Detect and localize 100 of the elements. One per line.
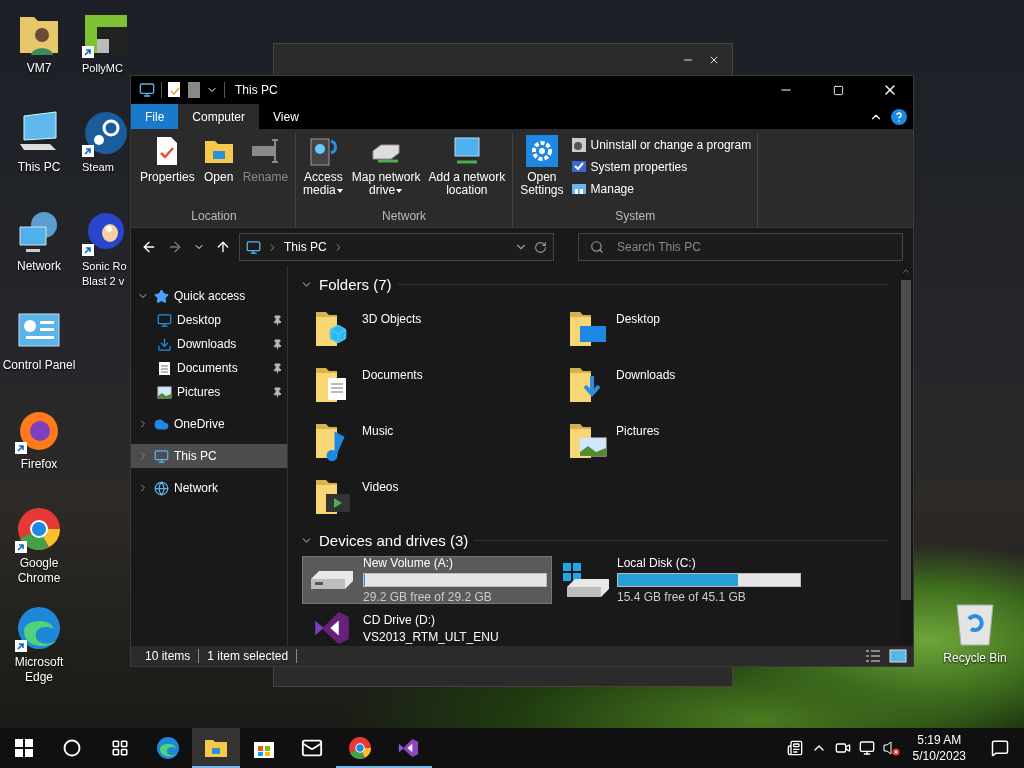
ribbon-button[interactable]: Map network drive [348, 133, 424, 207]
folder-name[interactable]: Music [362, 418, 394, 438]
ribbon-group-label: Location [190, 208, 238, 225]
sidebar-item[interactable]: Documents [131, 356, 287, 380]
drive-free-space: 29.2 GB free of 29.2 GB [363, 590, 493, 604]
network-icon [154, 480, 169, 496]
section-heading: Devices and drives (3) [319, 531, 469, 549]
folder-name[interactable]: Desktop [616, 306, 661, 326]
download-icon [157, 336, 172, 352]
desktop-icon-label[interactable]: PollyMC [82, 61, 123, 76]
star-icon [154, 288, 169, 304]
camera-icon[interactable] [834, 740, 851, 756]
news-icon[interactable] [786, 740, 803, 756]
address-bar[interactable]: This PC [239, 233, 554, 261]
visual-studio-icon[interactable] [396, 736, 420, 760]
document-icon [157, 360, 172, 376]
maximize-icon [832, 84, 844, 96]
chrome-icon[interactable] [348, 736, 372, 760]
help-icon[interactable] [891, 108, 907, 125]
scroll-up-icon[interactable] [901, 266, 911, 276]
folder-name[interactable]: Pictures [616, 418, 660, 438]
clock[interactable]: 5:19 AM 5/10/2023 [902, 728, 976, 768]
close-icon[interactable] [708, 54, 720, 66]
desktop-icon-label[interactable]: VM7 [26, 61, 52, 76]
ribbon-small-button[interactable]: System properties [568, 157, 754, 177]
folder-name[interactable]: Videos [362, 474, 399, 494]
desktop-icon-label[interactable]: Firefox [20, 457, 58, 472]
ribbon-button[interactable]: Access media [300, 133, 347, 207]
windows-drive-icon [563, 563, 609, 597]
sidebar-item[interactable]: Network [131, 476, 287, 500]
ribbon-button[interactable]: Add a network location [425, 133, 509, 207]
ribbon-small-button[interactable]: Manage [568, 179, 754, 199]
drive-tile[interactable]: Local Disk (C:) 15.4 GB free of 45.1 GB [556, 556, 806, 604]
mail-icon[interactable] [301, 737, 323, 759]
sidebar-item[interactable]: Pictures [131, 380, 287, 404]
notifications-icon [991, 739, 1009, 757]
steam-icon [83, 110, 129, 156]
computer-icon [246, 239, 261, 255]
ribbon-button[interactable]: Open Settings [517, 133, 567, 207]
drive-name: CD Drive (D:) [363, 612, 436, 627]
ribbon-tab[interactable]: View [259, 104, 313, 129]
media-icon [307, 135, 340, 167]
search-field[interactable]: Search This PC [578, 233, 903, 261]
drive-free-space: 15.4 GB free of 45.1 GB [617, 590, 747, 604]
window-title: This PC [235, 83, 279, 97]
details-view-icon[interactable] [865, 649, 881, 663]
sidebar-item[interactable]: Desktop [131, 308, 287, 332]
chrome-icon [16, 506, 62, 552]
refresh-icon[interactable] [534, 240, 547, 254]
system-icon [570, 159, 587, 175]
program-icon [570, 137, 587, 153]
hard-drive-icon [309, 569, 355, 591]
desktop-icon-label[interactable]: Recycle Bin [943, 651, 1007, 666]
sidebar-item[interactable]: OneDrive [131, 412, 287, 436]
ribbon-button[interactable]: Properties [137, 133, 198, 207]
cloud-icon [154, 416, 169, 432]
folder-name[interactable]: 3D Objects [362, 306, 422, 326]
task-view-icon[interactable] [111, 739, 129, 757]
forward-arrow-icon [167, 239, 183, 255]
drive-tile[interactable]: CD Drive (D:) VS2013_RTM_ULT_ENU [302, 610, 552, 646]
folder-name[interactable]: Documents [362, 362, 423, 382]
status-text: 10 items [145, 649, 191, 663]
desktop-icon-label[interactable]: Google Chrome [0, 556, 78, 586]
ribbon-button[interactable]: Open [199, 133, 238, 207]
desktop-icon-label[interactable]: Sonic Ro Blast 2 v [82, 259, 130, 289]
ribbon-small-button[interactable]: Uninstall or change a program [568, 135, 754, 155]
desktop-icon-label[interactable]: Control Panel [2, 358, 76, 373]
search-icon [590, 240, 604, 254]
desktop-icon-label[interactable]: Steam [82, 160, 114, 175]
edge-icon [16, 605, 62, 651]
folder-name[interactable]: Downloads [616, 362, 676, 382]
drive-name: Local Disk (C:) [617, 556, 697, 570]
status-text: 1 item selected [207, 649, 289, 663]
desktop-icon-label[interactable]: This PC [17, 160, 61, 175]
manage-icon [570, 181, 587, 197]
ribbon-group-label: Network [381, 208, 428, 225]
muted-speaker-icon[interactable] [881, 740, 900, 756]
sidebar-item[interactable]: This PC [131, 444, 287, 468]
ribbon-group-label: System [614, 208, 657, 225]
sidebar-item[interactable]: Quick access [131, 284, 287, 308]
settings-icon [525, 135, 558, 167]
network-icon[interactable] [858, 740, 875, 756]
windows-logo-icon[interactable] [15, 739, 33, 757]
recycle-bin-icon [955, 601, 995, 647]
sidebar-item[interactable]: Downloads [131, 332, 287, 356]
search-circle-icon[interactable] [63, 739, 81, 757]
desktop-icon-label[interactable]: Microsoft Edge [0, 655, 78, 685]
ribbon-tab[interactable]: Computer [178, 104, 260, 129]
monitor-icon [157, 312, 172, 328]
desktop-icon-label[interactable]: Network [17, 259, 61, 274]
picture-icon [157, 384, 172, 400]
edge-icon[interactable] [156, 736, 180, 760]
drive-name: New Volume (A:) [363, 556, 455, 570]
visual-studio-icon [315, 612, 349, 644]
ribbon-tab[interactable]: File [131, 104, 179, 129]
properties-icon[interactable] [168, 82, 182, 98]
drive-tile[interactable]: New Volume (A:) 29.2 GB free of 29.2 GB [302, 556, 552, 604]
computer-icon [139, 82, 155, 98]
taskbar-button[interactable] [192, 728, 240, 768]
drive-label: VS2013_RTM_ULT_ENU [363, 629, 500, 644]
